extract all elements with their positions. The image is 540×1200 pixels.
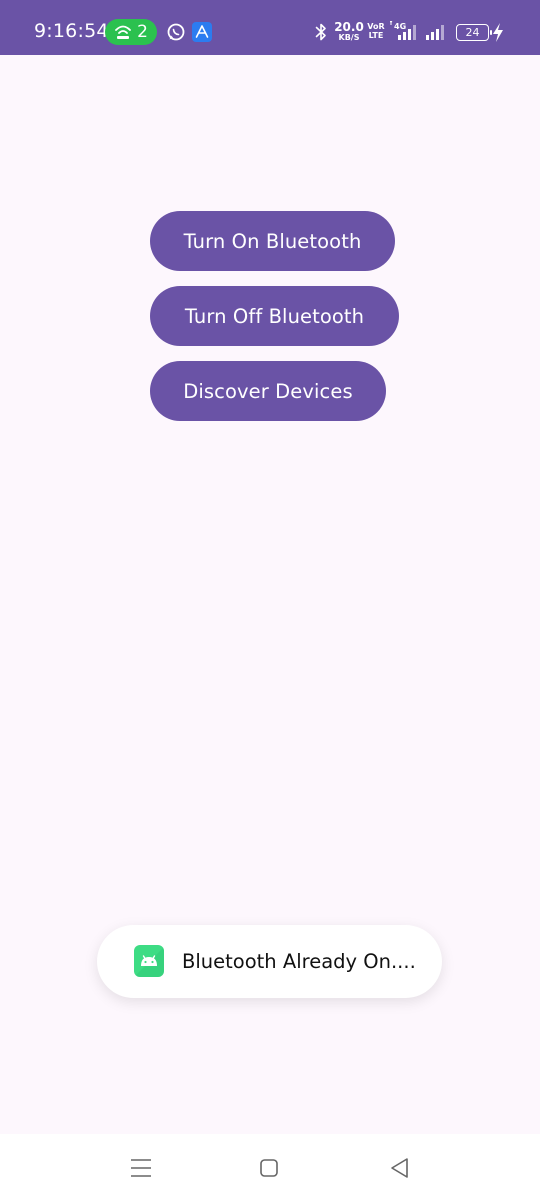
volte-extra: R [378,22,385,31]
android-icon [134,945,164,977]
volte-line2: LTE [368,31,384,40]
volte-line1: Vo [367,22,379,31]
battery-level: 24 [465,26,480,39]
network-speed: 20.0 KB/S [334,21,364,42]
network-type: 4G [394,22,406,31]
turn-off-bluetooth-button[interactable]: Turn Off Bluetooth [150,286,399,346]
app-notification-icon [192,22,212,42]
back-icon[interactable] [388,1156,410,1180]
turn-on-bluetooth-label: Turn On Bluetooth [183,229,362,253]
volte-indicator: VoR LTE [366,22,386,40]
network-speed-value: 20.0 [334,20,364,34]
hotspot-icon [115,25,131,39]
signal-icon [426,25,444,40]
turn-off-bluetooth-label: Turn Off Bluetooth [184,304,365,328]
battery-icon: 24 [456,24,492,41]
toast-message: Bluetooth Already On.... [97,925,442,998]
home-icon[interactable] [259,1158,279,1178]
discover-devices-button[interactable]: Discover Devices [150,361,386,421]
hotspot-badge: 2 [105,19,157,45]
status-bar: 9:16:54 2 20.0 KB/S VoR LTE 4G 24 [0,0,540,55]
navigation-bar [0,1134,540,1200]
hotspot-count: 2 [137,21,148,42]
network-speed-unit: KB/S [338,33,360,42]
bluetooth-icon [315,23,326,41]
turn-on-bluetooth-button[interactable]: Turn On Bluetooth [150,211,395,271]
toast-text: Bluetooth Already On.... [182,950,416,973]
signal-icon: 4G [390,21,416,40]
whatsapp-icon [167,23,185,41]
discover-devices-label: Discover Devices [183,379,353,403]
status-time: 9:16:54 [34,20,109,42]
charging-icon [493,23,503,42]
recent-apps-icon[interactable] [129,1157,153,1179]
